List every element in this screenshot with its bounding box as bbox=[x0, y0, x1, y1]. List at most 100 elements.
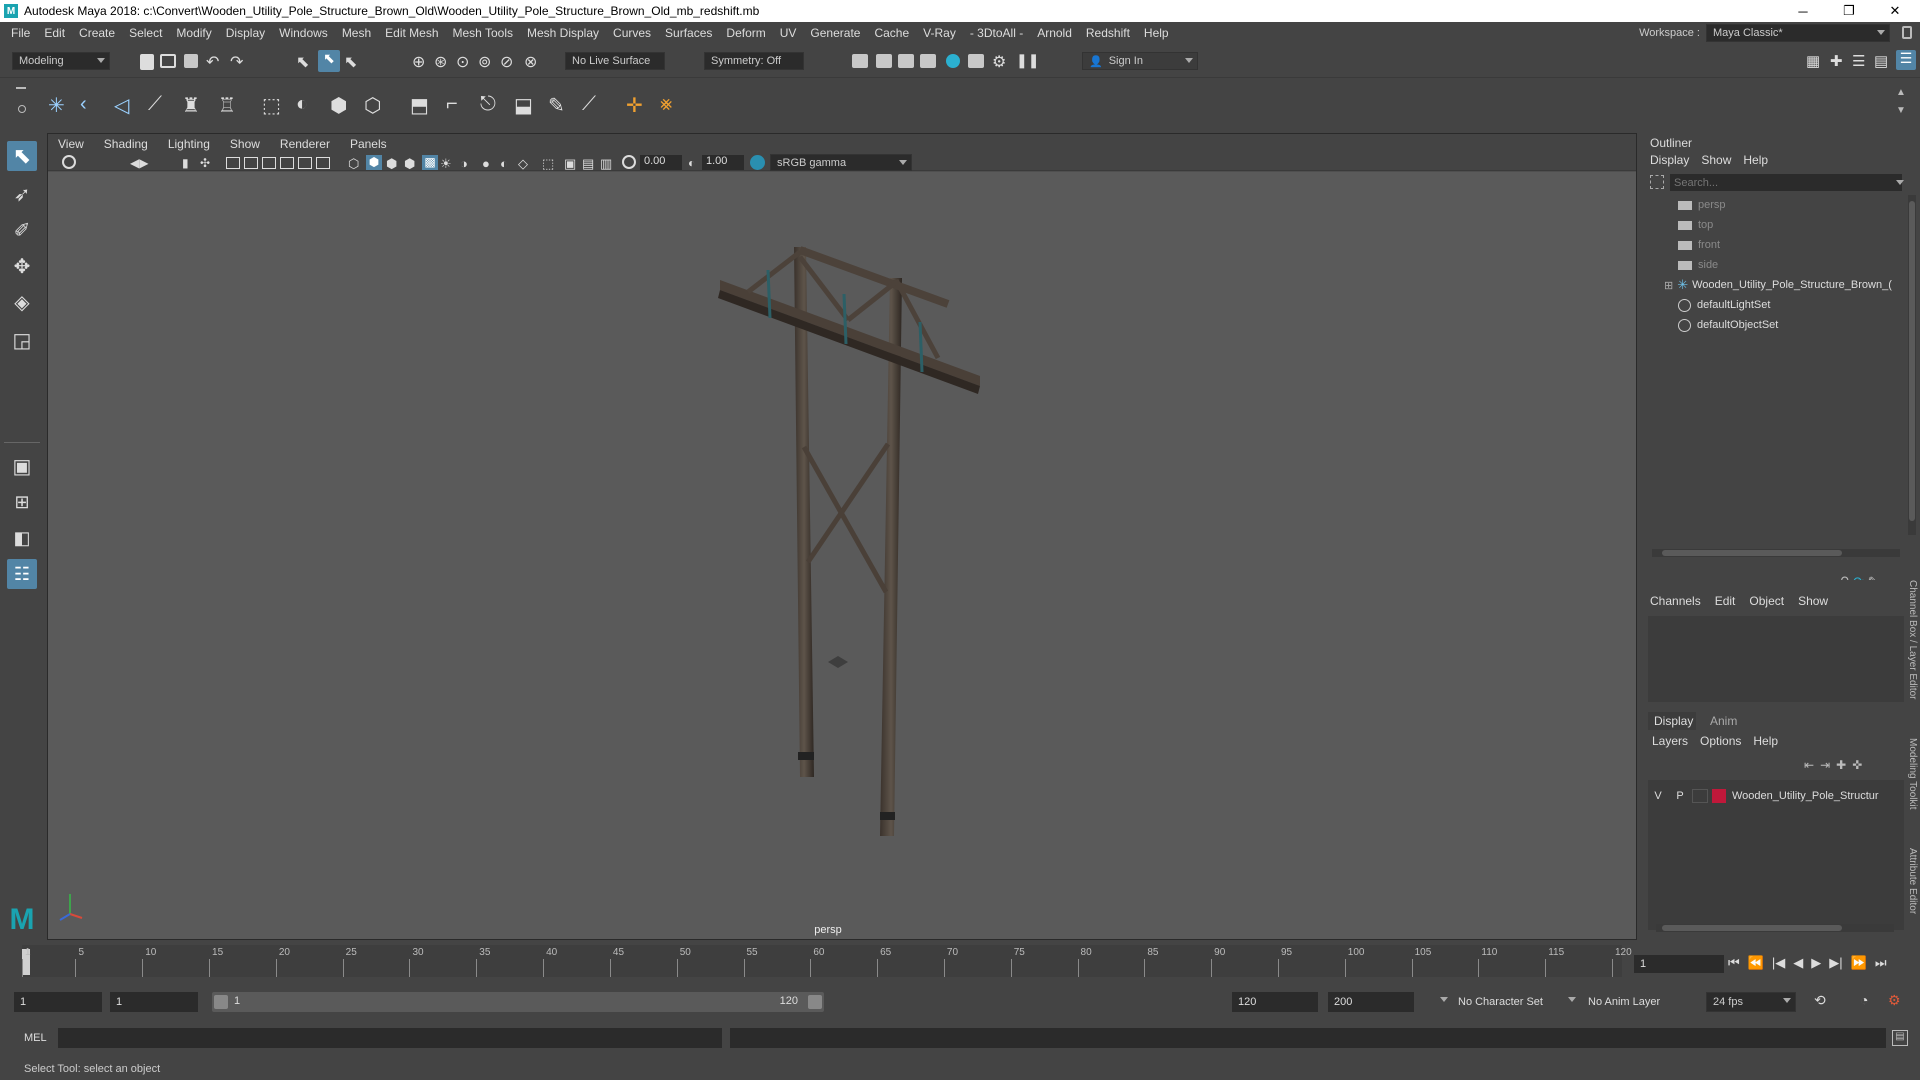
textured-icon[interactable]: ▩ bbox=[422, 155, 438, 170]
outliner-vscroll-thumb[interactable] bbox=[1909, 201, 1915, 521]
paint-select-tool-icon[interactable]: ✐ bbox=[7, 215, 37, 245]
snap-point-icon[interactable]: ⊙ bbox=[456, 52, 474, 71]
render-settings-icon[interactable] bbox=[920, 54, 936, 68]
pause-icon[interactable]: ❚❚ bbox=[1016, 52, 1039, 70]
channel-menu-show[interactable]: Show bbox=[1798, 594, 1828, 608]
smooth-icon[interactable]: ⬢ bbox=[330, 93, 348, 117]
grid-toggle-icon[interactable] bbox=[226, 157, 240, 169]
single-view-layout-icon[interactable]: ▣ bbox=[7, 451, 37, 481]
menu-create[interactable]: Create bbox=[72, 26, 122, 40]
outliner-item-top[interactable]: top bbox=[1678, 215, 1713, 235]
animation-prefs-icon[interactable]: ⚙ bbox=[1888, 992, 1901, 1009]
camera-select-icon[interactable] bbox=[62, 155, 76, 169]
snap-grid-icon[interactable]: ⊕ bbox=[412, 52, 430, 71]
menu-vray[interactable]: V-Ray bbox=[916, 26, 963, 40]
3d-viewport[interactable]: persp bbox=[48, 172, 1636, 939]
playback-start-field[interactable]: 1 bbox=[110, 992, 198, 1012]
select-tool-icon[interactable]: ⬉ bbox=[7, 141, 37, 171]
redo-icon[interactable]: ↷ bbox=[230, 52, 248, 71]
menu-modify[interactable]: Modify bbox=[169, 26, 218, 40]
outliner-hscrollbar[interactable] bbox=[1652, 549, 1900, 557]
character-set-field[interactable]: No Character Set bbox=[1452, 992, 1564, 1012]
current-frame-field[interactable]: 1 bbox=[1634, 955, 1724, 973]
separate-icon[interactable]: ◐ bbox=[296, 93, 314, 115]
layer-row[interactable]: V P Wooden_Utility_Pole_Structur bbox=[1648, 786, 1904, 806]
exposure-icon[interactable] bbox=[622, 155, 636, 169]
color-management-icon[interactable] bbox=[750, 155, 765, 170]
move-tool-icon[interactable]: ✥ bbox=[7, 251, 37, 281]
shelf-scroll-up-icon[interactable]: ▲ bbox=[1896, 87, 1914, 105]
script-editor-icon[interactable]: ▤ bbox=[1892, 1030, 1908, 1046]
color-space-dropdown[interactable]: sRGB gamma bbox=[770, 154, 912, 171]
smooth-shade-icon[interactable]: ⬢ bbox=[366, 155, 382, 170]
scale-tool-icon[interactable]: ◲ bbox=[7, 325, 37, 355]
render-setup-icon[interactable] bbox=[968, 54, 984, 68]
light-editor-icon[interactable]: ⚙ bbox=[992, 52, 1010, 71]
menu-3dtoall[interactable]: - 3DtoAll - bbox=[963, 26, 1030, 40]
hypershade-icon[interactable] bbox=[946, 54, 960, 68]
symmetry-dropdown[interactable]: Symmetry: Off bbox=[704, 52, 804, 70]
menu-surfaces[interactable]: Surfaces bbox=[658, 26, 719, 40]
menu-edit-mesh[interactable]: Edit Mesh bbox=[378, 26, 445, 40]
close-button[interactable]: ✕ bbox=[1872, 0, 1918, 22]
layer-menu-options[interactable]: Options bbox=[1700, 734, 1741, 748]
new-layer-icon[interactable]: ✚ bbox=[1836, 758, 1852, 772]
attribute-editor-side-tab[interactable]: Attribute Editor bbox=[1904, 848, 1918, 938]
filter-icon[interactable] bbox=[1650, 175, 1664, 189]
outliner-hscroll-thumb[interactable] bbox=[1662, 550, 1842, 556]
mode-dropdown[interactable]: Modeling bbox=[12, 52, 110, 70]
cmd-input[interactable] bbox=[58, 1028, 722, 1048]
rotate-tool-icon[interactable]: ◈ bbox=[7, 287, 37, 317]
polygon-sphere-icon[interactable]: ✳ bbox=[48, 93, 66, 117]
loop-icon[interactable]: ⟲ bbox=[1814, 992, 1826, 1009]
combine-icon[interactable]: ⬚ bbox=[262, 93, 281, 117]
render-view-icon[interactable] bbox=[852, 54, 868, 68]
go-to-end-icon[interactable]: ⏭ bbox=[1875, 955, 1887, 971]
modeling-toolkit-icon[interactable]: ▦ bbox=[1806, 52, 1824, 70]
layer-tab-anim[interactable]: Anim bbox=[1704, 714, 1743, 728]
channel-box-toggle-icon[interactable]: ☰ bbox=[1896, 50, 1916, 70]
snap-curve-icon[interactable]: ⊛ bbox=[434, 52, 452, 71]
move-layer-up-icon[interactable]: ⇤ bbox=[1804, 758, 1820, 772]
ipr-render-icon[interactable] bbox=[898, 54, 914, 68]
shelf-menu-icon[interactable] bbox=[16, 87, 26, 89]
vp-menu-lighting[interactable]: Lighting bbox=[158, 137, 220, 151]
snap-surface-icon[interactable]: ⊘ bbox=[500, 52, 518, 71]
layer-menu-layers[interactable]: Layers bbox=[1652, 734, 1688, 748]
vp-menu-renderer[interactable]: Renderer bbox=[270, 137, 340, 151]
four-view-layout-icon[interactable]: ⊞ bbox=[7, 487, 37, 517]
expand-icon[interactable]: ⊞ bbox=[1664, 279, 1673, 292]
exposure-field[interactable]: 0.00 bbox=[640, 155, 682, 170]
shelf-settings-icon[interactable] bbox=[18, 105, 26, 113]
playback-end-field[interactable]: 120 bbox=[1232, 992, 1318, 1012]
play-forward-icon[interactable]: ▶ bbox=[1811, 955, 1821, 971]
step-forward-key-icon[interactable]: ⏩ bbox=[1851, 955, 1867, 971]
polygon-cone-icon[interactable]: ⟋ bbox=[148, 93, 166, 115]
menu-edit[interactable]: Edit bbox=[37, 26, 72, 40]
menu-windows[interactable]: Windows bbox=[272, 26, 335, 40]
gamma-field[interactable]: 1.00 bbox=[702, 155, 744, 170]
anim-layer-field[interactable]: No Anim Layer bbox=[1582, 992, 1682, 1012]
new-layer-selected-icon[interactable]: ✜ bbox=[1852, 758, 1868, 772]
outliner-menu-display[interactable]: Display bbox=[1650, 153, 1689, 167]
menu-display[interactable]: Display bbox=[219, 26, 272, 40]
menu-generate[interactable]: Generate bbox=[803, 26, 867, 40]
search-options-chevron-icon[interactable] bbox=[1896, 180, 1904, 185]
channel-menu-channels[interactable]: Channels bbox=[1650, 594, 1701, 608]
menu-arnold[interactable]: Arnold bbox=[1030, 26, 1079, 40]
vp-menu-panels[interactable]: Panels bbox=[340, 137, 397, 151]
step-back-frame-icon[interactable]: |◀ bbox=[1772, 955, 1785, 971]
sign-in-button[interactable]: 👤 Sign In bbox=[1082, 52, 1198, 70]
two-view-layout-icon[interactable]: ◧ bbox=[7, 523, 37, 553]
outliner-menu-help[interactable]: Help bbox=[1743, 153, 1768, 167]
move-layer-down-icon[interactable]: ⇥ bbox=[1820, 758, 1836, 772]
extrude-icon[interactable]: ⬒ bbox=[410, 93, 429, 117]
scene-start-field[interactable]: 1 bbox=[14, 992, 102, 1012]
vp-menu-shading[interactable]: Shading bbox=[94, 137, 158, 151]
polygon-plane-icon[interactable]: ♜ bbox=[182, 93, 200, 117]
layer-playback-toggle[interactable]: P bbox=[1668, 790, 1692, 802]
tool-settings-icon[interactable]: ▤ bbox=[1874, 52, 1892, 70]
layer-visibility-toggle[interactable]: V bbox=[1648, 790, 1668, 802]
outliner-menu-show[interactable]: Show bbox=[1701, 153, 1731, 167]
vp-menu-view[interactable]: View bbox=[48, 137, 94, 151]
